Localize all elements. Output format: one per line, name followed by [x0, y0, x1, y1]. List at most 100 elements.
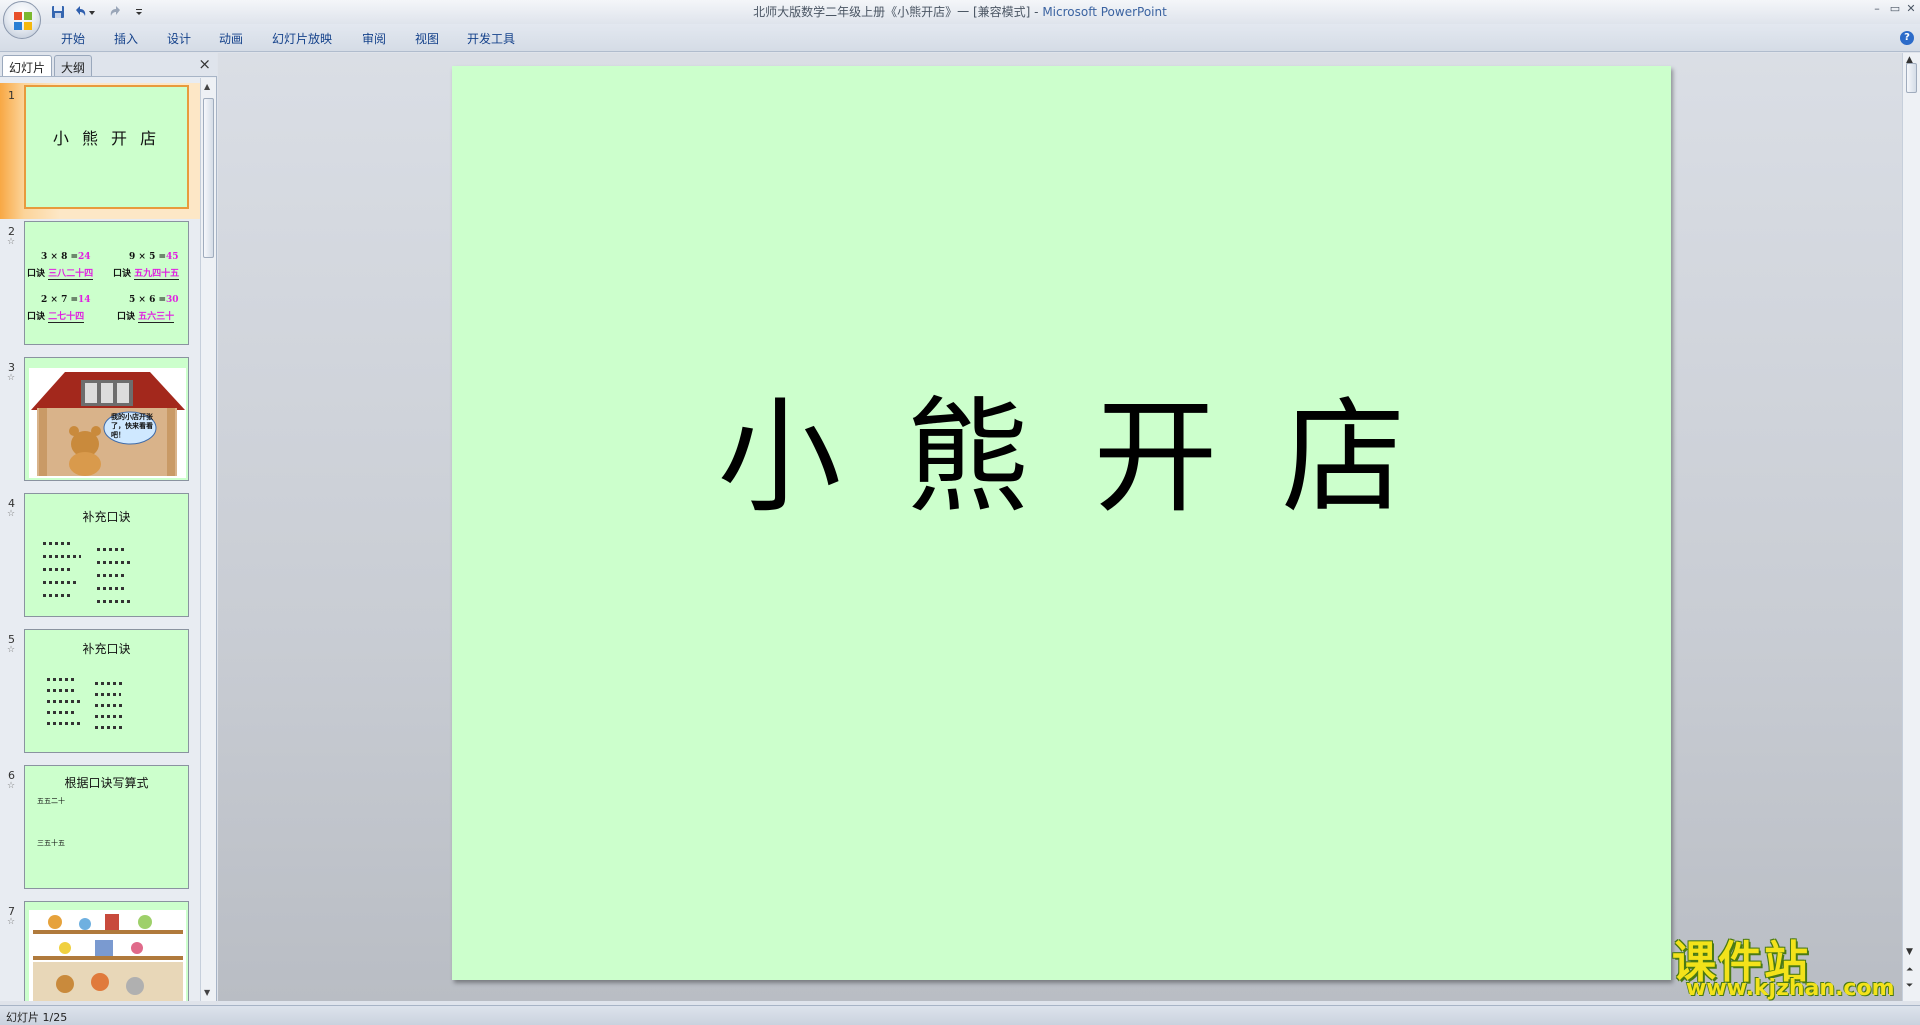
thumbnail-canvas: 我的小店开张了，快来看看吧！ [24, 357, 189, 481]
placeholder-line [95, 726, 125, 729]
thumbnail-canvas [24, 901, 189, 1001]
next-slide-icon[interactable]: ⏷ [1906, 981, 1913, 991]
ribbon-tab-bar: 开始 插入 设计 动画 幻灯片放映 审阅 视图 开发工具 ? [0, 24, 1920, 52]
undo-icon[interactable] [72, 4, 88, 20]
document-title: 北师大版数学二年级上册《小熊开店》一 [兼容模式] [753, 5, 1031, 19]
placeholder-line [47, 700, 81, 703]
slide-editing-area: 小熊开店 [218, 53, 1902, 1001]
thumbnail-canvas: 补充口诀 [24, 493, 189, 617]
window-title: 北师大版数学二年级上册《小熊开店》一 [兼容模式] - Microsoft Po… [0, 0, 1920, 24]
placeholder-line [47, 689, 77, 692]
placeholder-line [95, 693, 121, 696]
tab-view[interactable]: 视图 [415, 30, 439, 47]
save-icon[interactable] [50, 4, 66, 20]
slide-thumbnail-1[interactable]: 1 小 熊 开 店 [0, 83, 200, 219]
scroll-thumb[interactable] [1906, 63, 1917, 93]
slide-title[interactable]: 小熊开店 [452, 356, 1671, 536]
problem-expr: 9 × 5 =45 [129, 252, 179, 262]
placeholder-line [47, 711, 75, 714]
placeholder-line [43, 594, 73, 597]
app-name: Microsoft PowerPoint [1042, 5, 1167, 19]
watermark-logo: 课件站 www.kjzhan.com [1672, 926, 1902, 1004]
tab-insert[interactable]: 插入 [114, 30, 138, 47]
scroll-down-icon[interactable]: ▼ [204, 988, 210, 997]
thumbnail-canvas: 3 × 8 =24 口诀 三八二十四 9 × 5 =45 口诀 五九四十五 2 … [24, 221, 189, 345]
problem-expr: 5 × 6 =30 [129, 295, 179, 305]
tab-slide-show[interactable]: 幻灯片放映 [272, 30, 332, 47]
thumbnail-title: 补充口诀 [82, 642, 131, 656]
placeholder-line [43, 542, 73, 545]
current-slide[interactable]: 小熊开店 [452, 66, 1671, 980]
slides-pane-scrollbar[interactable]: ▲ ▼ [200, 78, 216, 1001]
placeholder-line [47, 722, 81, 725]
slide-thumbnail-5[interactable]: 5 ☆ 补充口诀 [0, 627, 200, 763]
office-logo-icon [14, 12, 32, 30]
undo-dropdown-icon[interactable] [88, 4, 96, 20]
slide-number: 1 [8, 89, 15, 102]
animation-star-icon: ☆ [7, 509, 16, 519]
equation-line: 三五十五 [37, 839, 65, 847]
problem-rhyme: 口诀 二七十四 [27, 312, 85, 323]
animation-star-icon: ☆ [7, 373, 16, 383]
problem-rhyme: 口诀 三八二十四 [27, 269, 94, 280]
office-button[interactable] [3, 1, 41, 39]
placeholder-line [97, 587, 127, 590]
slides-pane: 幻灯片 大纲 × 1 小 熊 开 店 2 ☆ 3 × 8 =24 口诀 三八二十… [0, 53, 217, 1001]
animation-star-icon: ☆ [7, 781, 16, 791]
slide-thumbnail-list: 1 小 熊 开 店 2 ☆ 3 × 8 =24 口诀 三八二十四 9 × 5 =… [0, 78, 200, 1001]
pane-tab-strip: 幻灯片 大纲 × [0, 53, 217, 77]
placeholder-line [97, 561, 131, 564]
problem-rhyme: 口诀 五九四十五 [113, 269, 180, 280]
slide-thumbnail-2[interactable]: 2 ☆ 3 × 8 =24 口诀 三八二十四 9 × 5 =45 口诀 五九四十… [0, 219, 200, 355]
placeholder-line [47, 678, 77, 681]
animation-star-icon: ☆ [7, 645, 16, 655]
slide-thumbnail-7[interactable]: 7 ☆ [0, 899, 200, 1001]
status-bar: 幻灯片 1/25 [0, 1005, 1920, 1025]
thumbnail-canvas: 根据口诀写算式 五五二十 三五十五 [24, 765, 189, 889]
title-bar: 北师大版数学二年级上册《小熊开店》一 [兼容模式] - Microsoft Po… [0, 0, 1920, 24]
placeholder-line [97, 600, 131, 603]
thumbnail-title: 小 熊 开 店 [52, 129, 161, 148]
slide-counter: 幻灯片 1/25 [6, 1011, 68, 1024]
help-icon[interactable]: ? [1900, 31, 1914, 45]
slide-thumbnail-3[interactable]: 3 ☆ 我的小店开张了，快来看看吧！ [0, 355, 200, 491]
placeholder-line [43, 568, 73, 571]
tab-slides[interactable]: 幻灯片 [2, 55, 53, 76]
problem-expr: 2 × 7 =14 [41, 295, 91, 305]
watermark-url: www.kjzhan.com [1686, 976, 1895, 1001]
slide-thumbnail-4[interactable]: 4 ☆ 补充口诀 [0, 491, 200, 627]
title-separator: - [1030, 5, 1043, 19]
animation-star-icon: ☆ [7, 917, 16, 927]
tab-outline[interactable]: 大纲 [54, 55, 93, 76]
customize-toolbar-icon[interactable] [134, 4, 144, 20]
tab-design[interactable]: 设计 [167, 30, 191, 47]
thumbnail-title: 根据口诀写算式 [64, 776, 149, 790]
tab-animations[interactable]: 动画 [219, 30, 243, 47]
placeholder-line [43, 555, 81, 558]
redo-icon[interactable] [108, 4, 124, 20]
restore-icon[interactable]: ▭ [1888, 2, 1902, 16]
bear-shop-illustration [29, 368, 186, 478]
placeholder-line [95, 715, 125, 718]
previous-slide-icon[interactable]: ⏶ [1906, 965, 1913, 975]
tab-home[interactable]: 开始 [61, 30, 85, 47]
animation-star-icon: ☆ [7, 237, 16, 247]
editor-scrollbar[interactable]: ▲ ▼ ⏶ ⏷ [1902, 53, 1920, 1001]
scroll-thumb[interactable] [203, 98, 214, 258]
pane-close-icon[interactable]: × [198, 56, 211, 72]
equation-line: 五五二十 [37, 797, 65, 805]
close-icon[interactable]: ✕ [1904, 2, 1918, 16]
tab-review[interactable]: 审阅 [362, 30, 386, 47]
minimize-icon[interactable]: – [1870, 2, 1884, 16]
scroll-down-icon[interactable]: ▼ [1906, 947, 1913, 957]
thumbnail-title: 补充口诀 [82, 510, 131, 524]
scroll-up-icon[interactable]: ▲ [204, 82, 210, 91]
slide-thumbnail-6[interactable]: 6 ☆ 根据口诀写算式 五五二十 三五十五 [0, 763, 200, 899]
placeholder-line [95, 704, 123, 707]
placeholder-line [95, 682, 123, 685]
placeholder-line [97, 548, 127, 551]
tab-developer[interactable]: 开发工具 [467, 30, 515, 47]
thumbnail-canvas: 补充口诀 [24, 629, 189, 753]
placeholder-line [43, 581, 77, 584]
problem-rhyme: 口诀 五六三十 [117, 312, 175, 323]
